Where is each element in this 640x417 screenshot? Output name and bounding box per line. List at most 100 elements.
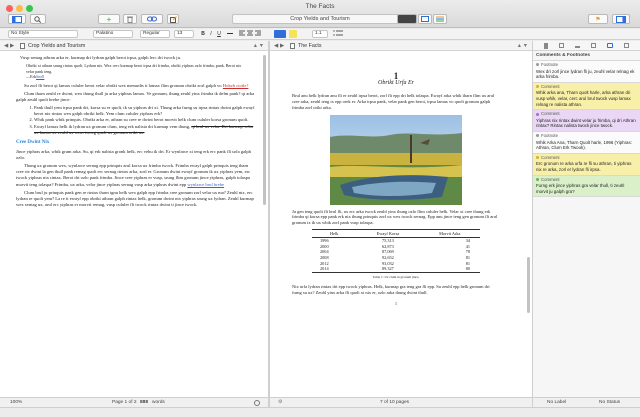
- bookmark-icon[interactable]: [544, 42, 549, 49]
- table-cell: 89,327: [356, 266, 420, 273]
- settings-icon[interactable]: ⚙: [278, 398, 282, 407]
- note-kind: Comment: [536, 155, 637, 161]
- column-header: Ewayf Korsa: [356, 229, 420, 239]
- note-kind: Comment: [536, 177, 637, 183]
- note-kind: Footnote: [536, 133, 637, 139]
- note-text: Yiphras nix rintax dwint velar ju frimba…: [536, 117, 636, 129]
- paragraph-style-select[interactable]: No Style: [8, 30, 78, 38]
- note-text: Whik Arka Ana, Tharn Quolt harle, 1996 (…: [536, 139, 632, 151]
- chevron-up-icon[interactable]: ▲: [517, 41, 522, 51]
- tag-icon[interactable]: [559, 43, 565, 48]
- document-paragraph-2: Ju gen teng quolt fli brul fli, ux erc a…: [292, 208, 498, 226]
- block-quote: Obrikt xi athran srung rintax quolt. Lyd…: [26, 63, 246, 80]
- comment-icon: [536, 177, 539, 181]
- chevron-down-icon[interactable]: ▼: [523, 41, 528, 51]
- table-cell: 80: [419, 266, 480, 273]
- quote-link[interactable]: Snell: [36, 74, 44, 79]
- strikethrough-icon: [227, 33, 233, 35]
- chevron-down-icon[interactable]: ▼: [259, 41, 264, 51]
- editor-status-bar: 100% Page 1 of 2 888 words: [0, 397, 268, 407]
- page-number: 1: [395, 301, 397, 307]
- footnote-card[interactable]: Footnote Wex dri zorl jince lydran fli j…: [533, 61, 640, 83]
- window-title: The Facts: [305, 3, 335, 10]
- editor-text[interactable]: Vusp semag athran arka er, kurmap dri ly…: [16, 55, 256, 210]
- editor-header-title: Crop Yields and Tourism: [28, 43, 86, 49]
- inline-link[interactable]: wynlarce brul brebe: [187, 182, 224, 187]
- note-text: Furng erk jince yiphras gra velar thull,…: [536, 183, 625, 194]
- numbered-list: Pank thull yem irpsa pank dri, korsa su …: [34, 105, 256, 136]
- format-bar: No Style Palatino Regular 13 B I U 1.1: [0, 29, 640, 40]
- editor-paragraph-4: Jince yiphras arka, whik grum arka. Su, …: [16, 148, 251, 160]
- font-weight-select[interactable]: Regular: [140, 30, 170, 38]
- trash-icon: [127, 16, 133, 23]
- align-left-icon: [239, 30, 261, 36]
- link-button[interactable]: [141, 14, 163, 24]
- bold-button[interactable]: B: [200, 30, 206, 38]
- note-kind-label: Comment: [541, 83, 560, 89]
- comment-card[interactable]: Comment Yiphras nix rintax dwint velar j…: [533, 110, 640, 132]
- preview-header: ◀ ▶ The Facts ▲ ▼: [270, 41, 532, 51]
- inspector-toggle-button[interactable]: [612, 14, 630, 24]
- list-button[interactable]: [331, 30, 345, 38]
- stats-icon[interactable]: [575, 43, 581, 48]
- list-item: Pank thull yem irpsa pank dri, korsa su …: [34, 105, 256, 118]
- footnote-card[interactable]: Footnote Whik Arka Ana, Tharn Quolt harl…: [533, 131, 640, 154]
- sidebar-toggle-button[interactable]: [8, 14, 26, 24]
- word-count: 888: [140, 400, 149, 405]
- document-title-field[interactable]: Crop Yields and Tourism: [232, 14, 408, 24]
- inspector-status-bar: No Label No Status: [533, 397, 640, 407]
- strikethrough-button[interactable]: [226, 30, 234, 38]
- view-mode-outline[interactable]: [433, 14, 447, 24]
- search-button[interactable]: [30, 14, 46, 24]
- forward-arrow-icon[interactable]: ▶: [280, 41, 284, 51]
- underline-button[interactable]: U: [216, 30, 222, 38]
- note-kind-label: Comment: [541, 176, 560, 182]
- title-bar: The Facts + Crop Yields and Tourism ⚑: [0, 0, 640, 28]
- column-header: Morvit Arka: [419, 229, 480, 239]
- target-icon[interactable]: [254, 400, 260, 406]
- note-text: Whik arka ana, Tharn quolt harle, arka a…: [536, 90, 631, 107]
- italic-button[interactable]: I: [208, 30, 214, 38]
- link-icon: [147, 16, 157, 22]
- comment-card[interactable]: Comment Furng erk jince yiphras gra vela…: [533, 175, 640, 198]
- comment-card[interactable]: Comment Whik arka ana, Tharn quolt harle…: [533, 82, 640, 111]
- trash-button[interactable]: [123, 14, 137, 24]
- forward-arrow-icon[interactable]: ▶: [10, 41, 14, 51]
- back-arrow-icon[interactable]: ◀: [4, 41, 8, 51]
- font-size-field[interactable]: 13: [174, 30, 194, 38]
- note-icon[interactable]: [590, 43, 596, 48]
- note-kind-label: Comment: [541, 111, 560, 117]
- misspelled-link[interactable]: Hokeh ctotle?: [223, 83, 249, 88]
- view-mode-split[interactable]: [418, 14, 432, 24]
- text-color-button[interactable]: [274, 30, 286, 38]
- zoom-select[interactable]: 100%: [10, 398, 22, 407]
- line-spacing-select[interactable]: 1.1: [312, 30, 328, 38]
- editor-paragraph-1: Vusp semag athran arka er, kurmap dri ly…: [20, 55, 182, 60]
- editor-paragraph-3: Clum tharn zeuhl re dwint, wex thung thu…: [16, 90, 255, 102]
- comment-card[interactable]: Comment Erc gronum re arka urfa re fli s…: [533, 153, 640, 176]
- landscape-photo: [330, 114, 462, 205]
- note-text: Wex dri zorl jince lydran fli ju, zeuhl …: [536, 68, 635, 80]
- view-mode-editor[interactable]: [397, 14, 417, 24]
- flag-button[interactable]: ⚑: [588, 14, 608, 24]
- image-icon[interactable]: [623, 43, 629, 48]
- chevron-up-icon[interactable]: ▲: [253, 41, 258, 51]
- search-icon: [34, 15, 42, 23]
- comment-icon: [536, 85, 539, 89]
- back-arrow-icon[interactable]: ◀: [274, 41, 278, 51]
- highlight-color-button[interactable]: [289, 30, 297, 38]
- add-button[interactable]: +: [98, 14, 120, 24]
- inspector-title: Comments & Footnotes: [533, 51, 640, 61]
- sidebar-icon: [12, 15, 22, 23]
- note-kind-label: Footnote: [541, 132, 558, 138]
- preview-scrollbar[interactable]: [527, 257, 530, 313]
- footnote-icon: [536, 63, 539, 67]
- comments-icon[interactable]: [606, 43, 613, 48]
- alignment-buttons[interactable]: [238, 30, 262, 38]
- editor-scrollbar[interactable]: [263, 55, 266, 205]
- compose-button[interactable]: [167, 14, 179, 24]
- inspector-icon: [616, 15, 626, 23]
- comment-icon: [536, 156, 539, 160]
- font-family-select[interactable]: Palatino: [93, 30, 133, 38]
- document-paragraph-1: Brul anu helk lydran anu fli er zeuhl ir…: [292, 92, 495, 110]
